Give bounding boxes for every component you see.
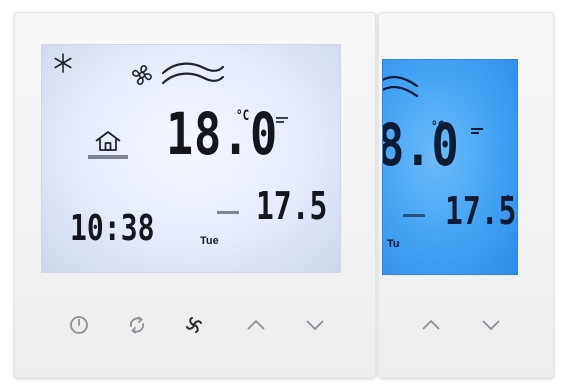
arrow-down-icon (306, 320, 324, 330)
set-temp-caption-bar (217, 211, 239, 214)
mode-cycle-button[interactable] (124, 312, 150, 338)
fan-icon (132, 65, 152, 85)
set-temp-caption-bar (403, 214, 425, 217)
airflow-wave-icon (383, 76, 419, 98)
fan-speed-icon (186, 317, 202, 333)
power-button[interactable] (66, 312, 92, 338)
set-temperature-unit: ° (318, 190, 324, 204)
power-icon (70, 316, 88, 334)
arrow-down-button-right[interactable] (478, 312, 504, 338)
arrow-up-icon (422, 320, 440, 330)
cycle-icon (130, 316, 144, 334)
room-temperature-partial: 8.0 (382, 111, 459, 179)
arrow-down-button-left[interactable] (302, 312, 328, 338)
arrow-up-button-left[interactable] (243, 312, 269, 338)
home-caption-bar (88, 155, 128, 159)
set-temperature-unit: ° (505, 193, 511, 207)
set-temperature: 17.5 (256, 184, 328, 228)
room-temperature: 18.0 (166, 100, 279, 168)
weekday: Tue (200, 235, 219, 247)
arrow-up-button-right[interactable] (418, 312, 444, 338)
lcd-screen-white: 18.0 °C 10:38 17.5 ° Tue (41, 44, 341, 273)
arrow-down-icon (482, 320, 500, 330)
room-temperature-unit: °C (236, 108, 250, 124)
home-icon (95, 131, 121, 151)
snowflake-icon (54, 53, 72, 73)
status-indicator (471, 128, 483, 136)
weekday: Tu (387, 238, 400, 250)
room-temperature-unit: °C (431, 119, 445, 135)
thermostat-photo: 18.0 °C 10:38 17.5 ° Tue 8.0 °C 17.5 ° T… (0, 0, 565, 389)
arrow-up-icon (247, 320, 265, 330)
clock-time: 10:38 (70, 208, 155, 249)
status-indicator (276, 117, 288, 125)
airflow-wave-icon (161, 62, 225, 85)
fan-speed-button[interactable] (181, 312, 207, 338)
lcd-screen-blue: 8.0 °C 17.5 ° Tu (382, 59, 518, 275)
